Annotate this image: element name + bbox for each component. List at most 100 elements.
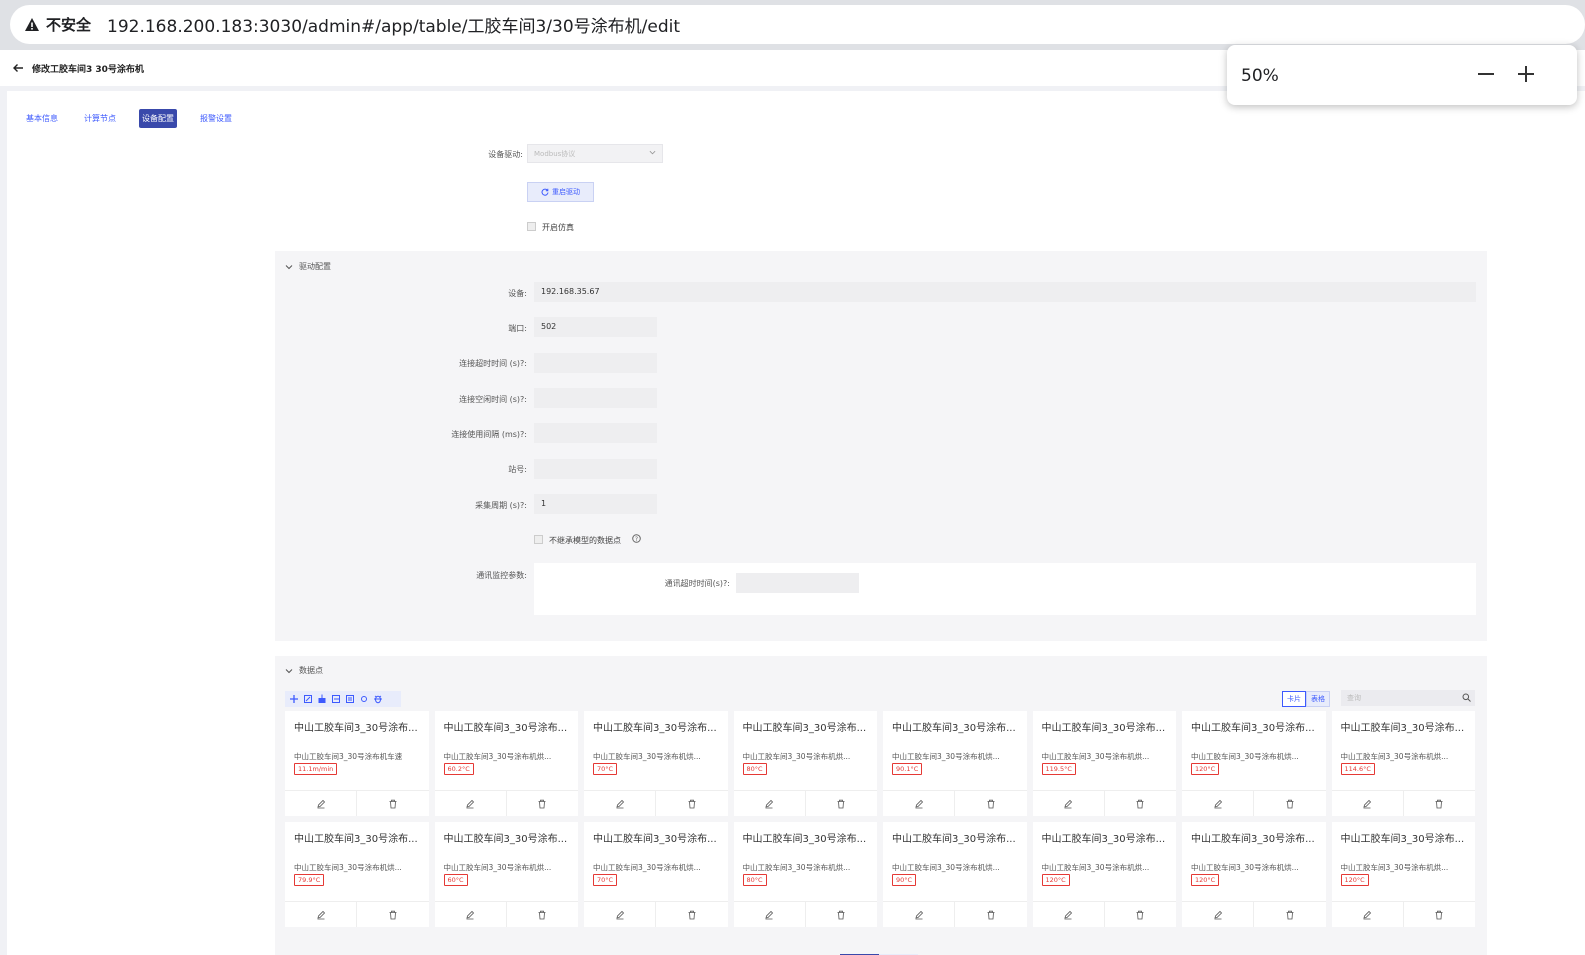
main-card: 基本信息 计算节点 设备配置 报警设置 设备驱动: Modbus协议 重启驱动 … <box>7 91 1585 955</box>
tab-basic-info[interactable]: 基本信息 <box>23 109 61 128</box>
edit-datapoint-button[interactable] <box>734 791 806 816</box>
datapoint-card[interactable]: 中山工胶车间3_30号涂布... 中山工胶车间3_30号涂布机烘... 120°C <box>1182 822 1326 927</box>
driver-config-header[interactable]: 驱动配置 <box>285 261 331 272</box>
help-icon[interactable]: ? <box>632 534 641 543</box>
delete-datapoint-button[interactable] <box>507 902 578 927</box>
delete-datapoint-button[interactable] <box>507 791 578 816</box>
datapoint-title: 中山工胶车间3_30号涂布... <box>1041 834 1166 845</box>
import-icon[interactable] <box>317 694 327 704</box>
edit-datapoint-button[interactable] <box>1182 902 1255 927</box>
datapoint-card[interactable]: 中山工胶车间3_30号涂布... 中山工胶车间3_30号涂布机烘... 119.5°… <box>1032 711 1176 816</box>
no-inherit-checkbox[interactable] <box>534 535 543 544</box>
datapoint-card[interactable]: 中山工胶车间3_30号涂布... 中山工胶车间3_30号涂布机烘... 120°C <box>1182 711 1326 816</box>
station-input[interactable] <box>534 459 657 479</box>
delete-datapoint-button[interactable] <box>1254 902 1325 927</box>
delete-datapoint-button[interactable] <box>1105 791 1176 816</box>
datapoint-title: 中山工胶车间3_30号涂布... <box>1340 834 1465 845</box>
tab-alarm-settings[interactable]: 报警设置 <box>197 109 235 128</box>
zoom-out-icon[interactable] <box>1475 62 1497 86</box>
datapoints-search-input[interactable]: 查询 <box>1341 690 1475 706</box>
datapoint-card[interactable]: 中山工胶车间3_30号涂布... 中山工胶车间3_30号涂布机烘... 120°C <box>1331 822 1475 927</box>
delete-datapoint-button[interactable] <box>1404 902 1475 927</box>
trash-icon <box>837 799 845 808</box>
delete-datapoint-button[interactable] <box>1254 791 1325 816</box>
datapoint-value-badge: 70°C <box>593 874 618 886</box>
conn-interval-input[interactable] <box>534 423 657 443</box>
device-input[interactable]: 192.168.35.67 <box>534 282 1476 302</box>
delete-datapoint-button[interactable] <box>357 791 428 816</box>
conn-idle-input[interactable] <box>534 388 657 408</box>
url-text[interactable]: 192.168.200.183:3030/admin#/app/table/工胶… <box>107 12 680 37</box>
datapoint-value-badge: 120°C <box>1191 874 1220 886</box>
back-arrow-icon[interactable] <box>12 62 24 74</box>
datapoint-actions <box>584 901 728 927</box>
comm-timeout-input[interactable] <box>736 573 859 593</box>
driver-select[interactable]: Modbus协议 <box>527 144 663 163</box>
debug-icon[interactable] <box>373 694 383 704</box>
pencil-icon <box>1363 910 1372 919</box>
tab-compute-node[interactable]: 计算节点 <box>81 109 119 128</box>
datapoint-card[interactable]: 中山工胶车间3_30号涂布... 中山工胶车间3_30号涂布机烘... 70°C <box>584 822 728 927</box>
trash-icon <box>389 799 397 808</box>
port-input[interactable]: 502 <box>534 317 657 337</box>
datapoint-description: 中山工胶车间3_30号涂布机车速 <box>294 752 403 761</box>
edit-datapoint-button[interactable] <box>1182 791 1255 816</box>
datapoint-card[interactable]: 中山工胶车间3_30号涂布... 中山工胶车间3_30号涂布机烘... 60.2°C <box>434 711 578 816</box>
datapoint-card[interactable]: 中山工胶车间3_30号涂布... 中山工胶车间3_30号涂布机烘... 80°C <box>733 711 877 816</box>
datapoints-header[interactable]: 数据点 <box>285 665 323 676</box>
delete-datapoint-button[interactable] <box>806 902 877 927</box>
export-icon[interactable] <box>331 694 341 704</box>
tab-device-config[interactable]: 设备配置 <box>139 109 177 128</box>
delete-datapoint-button[interactable] <box>955 902 1026 927</box>
simulate-checkbox[interactable] <box>527 222 536 231</box>
datapoint-description: 中山工胶车间3_30号涂布机烘... <box>443 863 552 872</box>
edit-datapoint-button[interactable] <box>883 791 956 816</box>
datapoint-card[interactable]: 中山工胶车间3_30号涂布... 中山工胶车间3_30号涂布机烘... 120°C <box>1032 822 1176 927</box>
datapoint-card[interactable]: 中山工胶车间3_30号涂布... 中山工胶车间3_30号涂布机烘... 90.1°C <box>883 711 1027 816</box>
edit-datapoint-button[interactable] <box>285 902 358 927</box>
search-icon[interactable] <box>1462 693 1471 702</box>
delete-datapoint-button[interactable] <box>806 791 877 816</box>
add-icon[interactable] <box>289 694 299 704</box>
datapoint-value-badge: 90.1°C <box>892 763 923 775</box>
datapoint-actions <box>1032 790 1176 816</box>
datapoint-card[interactable]: 中山工胶车间3_30号涂布... 中山工胶车间3_30号涂布机烘... 79.9°C <box>285 822 429 927</box>
zoom-in-icon[interactable] <box>1515 62 1537 86</box>
datapoint-card[interactable]: 中山工胶车间3_30号涂布... 中山工胶车间3_30号涂布机烘... 80°C <box>733 822 877 927</box>
edit-icon[interactable] <box>303 694 313 704</box>
edit-datapoint-button[interactable] <box>435 791 507 816</box>
edit-datapoint-button[interactable] <box>1332 791 1404 816</box>
datapoint-card[interactable]: 中山工胶车间3_30号涂布... 中山工胶车间3_30号涂布机车速 11.1m/mi… <box>285 711 429 816</box>
delete-datapoint-button[interactable] <box>357 902 428 927</box>
edit-datapoint-button[interactable] <box>883 902 956 927</box>
datapoint-actions <box>1032 901 1176 927</box>
edit-datapoint-button[interactable] <box>584 791 657 816</box>
delete-datapoint-button[interactable] <box>1105 902 1176 927</box>
datapoint-card[interactable]: 中山工胶车间3_30号涂布... 中山工胶车间3_30号涂布机烘... 60°C <box>434 822 578 927</box>
view-table-button[interactable]: 表格 <box>1306 691 1330 707</box>
datapoint-card[interactable]: 中山工胶车间3_30号涂布... 中山工胶车间3_30号涂布机烘... 114.6°… <box>1331 711 1475 816</box>
address-bar[interactable]: 不安全 192.168.200.183:3030/admin#/app/tabl… <box>10 5 1585 44</box>
edit-datapoint-button[interactable] <box>285 791 358 816</box>
edit-datapoint-button[interactable] <box>1033 902 1105 927</box>
datapoint-card[interactable]: 中山工胶车间3_30号涂布... 中山工胶车间3_30号涂布机烘... 90°C <box>883 822 1027 927</box>
edit-datapoint-button[interactable] <box>1332 902 1404 927</box>
datapoint-card[interactable]: 中山工胶车间3_30号涂布... 中山工胶车间3_30号涂布机烘... 70°C <box>584 711 728 816</box>
edit-datapoint-button[interactable] <box>435 902 507 927</box>
target-icon[interactable] <box>359 694 369 704</box>
insecure-label[interactable]: 不安全 <box>46 14 91 35</box>
conn-timeout-input[interactable] <box>534 353 657 373</box>
copy-icon[interactable] <box>345 694 355 704</box>
edit-datapoint-button[interactable] <box>734 902 806 927</box>
edit-datapoint-button[interactable] <box>1033 791 1105 816</box>
delete-datapoint-button[interactable] <box>1404 791 1475 816</box>
datapoint-description: 中山工胶车间3_30号涂布机烘... <box>1340 863 1449 872</box>
delete-datapoint-button[interactable] <box>656 902 727 927</box>
view-card-button[interactable]: 卡片 <box>1282 691 1306 707</box>
delete-datapoint-button[interactable] <box>955 791 1026 816</box>
collect-period-input[interactable]: 1 <box>534 494 657 514</box>
datapoint-value-badge: 11.1m/min <box>294 763 338 775</box>
restart-driver-button[interactable]: 重启驱动 <box>527 182 594 202</box>
delete-datapoint-button[interactable] <box>656 791 727 816</box>
edit-datapoint-button[interactable] <box>584 902 657 927</box>
